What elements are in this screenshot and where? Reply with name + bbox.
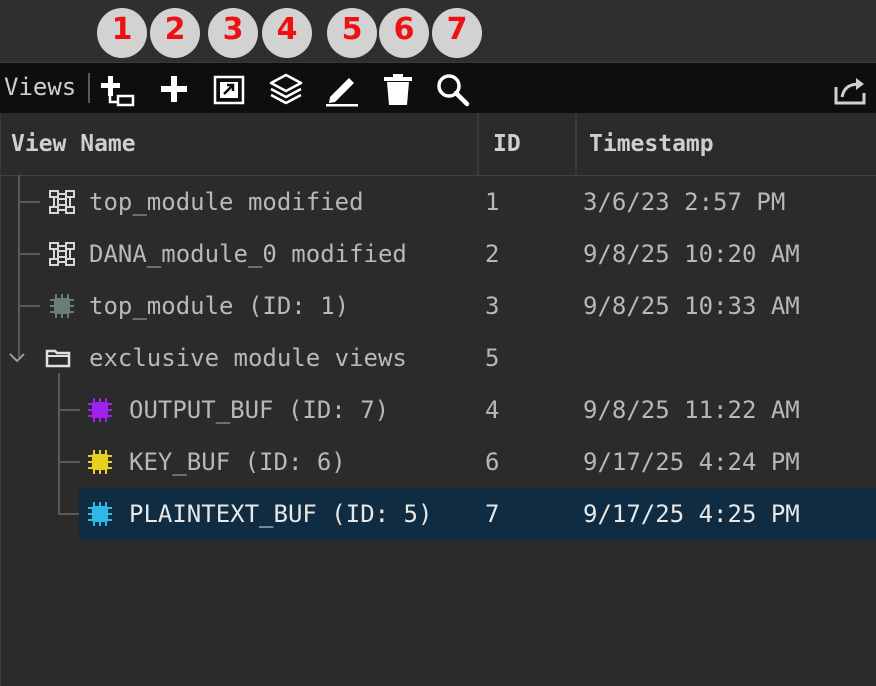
open-external-icon <box>213 75 245 105</box>
delete-view-button[interactable] <box>378 69 418 109</box>
view-id: 5 <box>485 344 500 372</box>
pencil-icon <box>326 78 358 107</box>
view-timestamp: 3/6/23 2:57 PM <box>583 188 786 216</box>
callout-7: 7 <box>432 8 482 58</box>
search-button[interactable] <box>432 69 472 109</box>
add-child-view-button[interactable] <box>98 69 138 109</box>
callout-1: 1 <box>97 8 147 58</box>
callout-bar: 1 2 3 4 5 6 7 <box>0 0 876 62</box>
view-name: exclusive module views <box>89 344 407 372</box>
table-row[interactable]: KEY_BUF (ID: 6) 6 9/17/25 4:24 PM <box>1 436 876 488</box>
view-timestamp: 9/17/25 4:25 PM <box>583 500 800 528</box>
column-header-id[interactable]: ID <box>493 113 521 175</box>
view-id: 7 <box>485 500 500 528</box>
view-name: top_module (ID: 1) <box>89 292 350 320</box>
schematic-icon <box>49 241 75 267</box>
table-row-folder[interactable]: exclusive module views 5 <box>1 332 876 384</box>
folder-icon <box>45 345 71 371</box>
view-id: 3 <box>485 292 500 320</box>
toolbar-separator <box>88 73 90 103</box>
column-divider[interactable] <box>575 113 577 175</box>
view-name: DANA_module_0 modified <box>89 240 407 268</box>
table-row[interactable]: OUTPUT_BUF (ID: 7) 4 9/8/25 11:22 AM <box>1 384 876 436</box>
view-id: 4 <box>485 396 500 424</box>
callout-2: 2 <box>150 8 200 58</box>
views-toolbar: Views <box>0 62 876 113</box>
view-name: top_module modified <box>89 188 364 216</box>
callout-4: 4 <box>262 8 312 58</box>
chevron-down-icon[interactable] <box>7 348 27 368</box>
view-timestamp: 9/8/25 10:33 AM <box>583 292 800 320</box>
layers-icon <box>269 73 303 105</box>
column-divider[interactable] <box>477 113 479 175</box>
view-id: 6 <box>485 448 500 476</box>
add-child-view-icon <box>101 76 135 107</box>
plus-icon <box>161 76 187 102</box>
search-icon <box>437 74 470 107</box>
column-header-view-name[interactable]: View Name <box>11 113 136 175</box>
views-table: View Name ID Timestamp top_module modifi… <box>0 113 876 686</box>
view-id: 2 <box>485 240 500 268</box>
view-id: 1 <box>485 188 500 216</box>
trash-icon <box>384 74 412 105</box>
add-view-button[interactable] <box>154 69 194 109</box>
layers-button[interactable] <box>266 69 306 109</box>
chip-icon <box>87 397 113 423</box>
chip-icon <box>49 293 75 319</box>
view-timestamp: 9/17/25 4:24 PM <box>583 448 800 476</box>
view-timestamp: 9/8/25 10:20 AM <box>583 240 800 268</box>
rename-view-button[interactable] <box>322 69 362 109</box>
callout-5: 5 <box>327 8 377 58</box>
export-button[interactable] <box>830 69 870 109</box>
callout-6: 6 <box>379 8 429 58</box>
views-title: Views <box>4 73 77 101</box>
chip-icon <box>87 501 113 527</box>
table-row[interactable]: top_module modified 1 3/6/23 2:57 PM <box>1 176 876 228</box>
export-icon <box>834 78 866 105</box>
chip-icon <box>87 449 113 475</box>
table-row[interactable]: DANA_module_0 modified 2 9/8/25 10:20 AM <box>1 228 876 280</box>
column-header-timestamp[interactable]: Timestamp <box>589 113 714 175</box>
view-name: KEY_BUF (ID: 6) <box>129 448 346 476</box>
schematic-icon <box>49 189 75 215</box>
view-name: OUTPUT_BUF (ID: 7) <box>129 396 390 424</box>
view-timestamp: 9/8/25 11:22 AM <box>583 396 800 424</box>
view-name: PLAINTEXT_BUF (ID: 5) <box>129 500 433 528</box>
open-view-button[interactable] <box>210 69 250 109</box>
table-row[interactable]: top_module (ID: 1) 3 9/8/25 10:33 AM <box>1 280 876 332</box>
table-row-selected[interactable]: PLAINTEXT_BUF (ID: 5) 7 9/17/25 4:25 PM <box>1 488 876 540</box>
table-header: View Name ID Timestamp <box>1 113 876 176</box>
callout-3: 3 <box>208 8 258 58</box>
